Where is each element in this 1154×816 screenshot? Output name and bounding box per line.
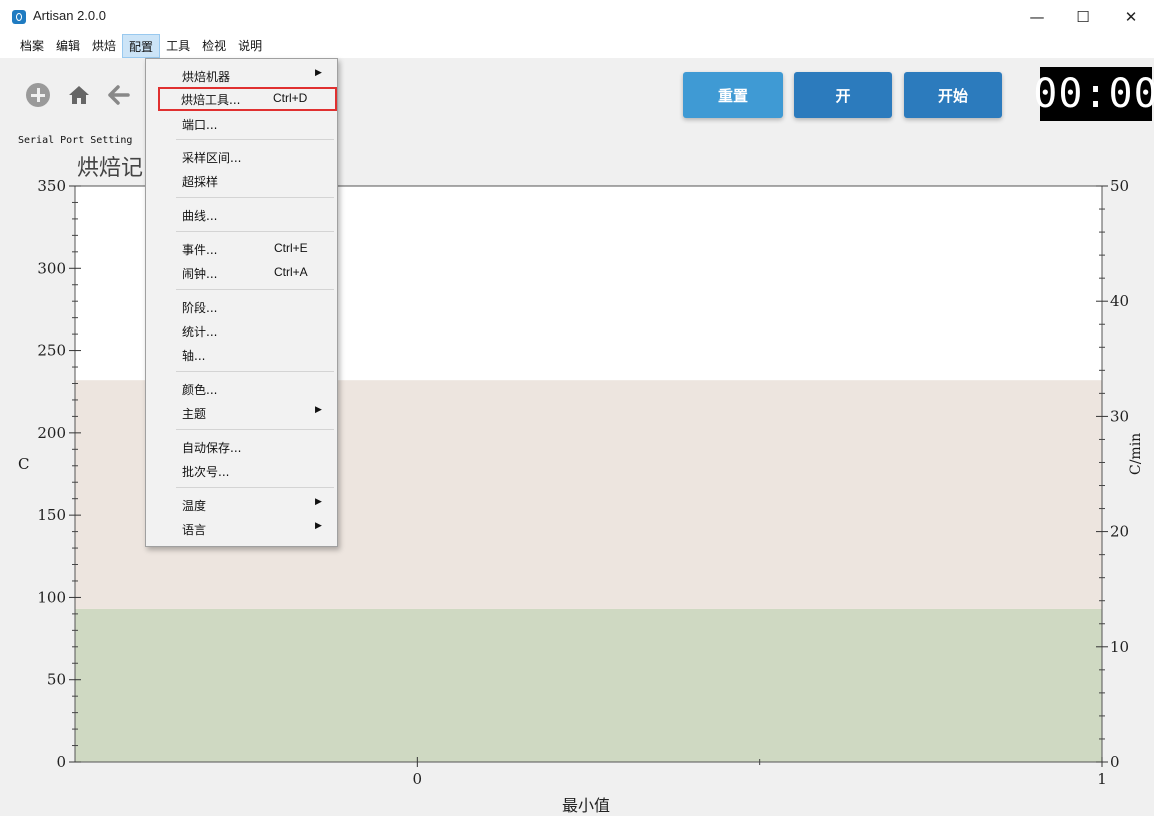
menu-separator (176, 429, 334, 430)
home-icon[interactable] (66, 82, 92, 108)
config-dropdown-menu: 烘焙机器 ▶ 烘焙工具... Ctrl+D 端口... 采样区间... 超採样曲线... 事件… (145, 58, 338, 547)
menu-item-8[interactable]: 阶段... (146, 296, 337, 318)
y-right-tick-label-0: 0 (1110, 753, 1120, 771)
menu-roast[interactable]: 烘焙 (86, 34, 122, 58)
maximize-button[interactable]: ☐ (1060, 0, 1106, 34)
y-right-tick-label-5: 50 (1110, 177, 1129, 195)
menu-config[interactable]: 配置 (122, 34, 161, 58)
menu-item-11[interactable]: 颜色... (146, 378, 337, 400)
y-tick-label-1: 50 (47, 671, 66, 689)
menu-item-label: 颜色... (182, 383, 218, 397)
menu-item-7[interactable]: 闹钟... Ctrl+A (146, 262, 337, 284)
y-tick-label-6: 300 (37, 259, 66, 277)
menu-separator (176, 371, 334, 372)
menu-separator (176, 231, 334, 232)
menu-item-label: 采样区间... (182, 151, 242, 165)
menu-item-label: 端口... (182, 118, 218, 132)
menu-item-label: 事件... (182, 243, 218, 257)
timer-display: 00:00 (1033, 67, 1154, 121)
y-right-tick-label-4: 40 (1110, 292, 1129, 310)
menu-item-label: 自动保存... (182, 441, 242, 455)
plus-circle-icon[interactable] (25, 82, 51, 108)
menu-item-label: 阶段... (182, 301, 218, 315)
menu-item-5[interactable]: 曲线... (146, 204, 337, 226)
y-axis-label: C (18, 455, 30, 473)
x-tick-label-1: 1 (1097, 770, 1107, 788)
y-right-tick-label-3: 30 (1110, 407, 1129, 425)
menu-item-shortcut: Ctrl+A (274, 265, 308, 279)
menu-item-10[interactable]: 轴... (146, 344, 337, 366)
menu-item-label: 闹钟... (182, 267, 218, 281)
menu-edit[interactable]: 编辑 (50, 34, 86, 58)
menu-item-15[interactable]: 温度 ▶ (146, 494, 337, 516)
y-tick-label-2: 100 (37, 588, 66, 606)
back-arrow-icon[interactable] (106, 82, 132, 108)
menu-item-shortcut: Ctrl+E (274, 241, 308, 255)
y-axis-right-label: C/min (1128, 432, 1144, 475)
y-tick-label-0: 0 (56, 753, 66, 771)
menu-item-label: 曲线... (182, 209, 218, 223)
title-bar: Artisan 2.0.0 — ☐ ✕ (0, 0, 1154, 34)
menu-view[interactable]: 检视 (196, 34, 232, 58)
x-tick-label-0: 0 (413, 770, 423, 788)
menu-item-1[interactable]: 烘焙工具... Ctrl+D (158, 87, 337, 111)
menu-item-3[interactable]: 采样区间... (146, 146, 337, 168)
y-right-tick-label-1: 10 (1110, 638, 1129, 656)
menu-item-16[interactable]: 语言 ▶ (146, 518, 337, 540)
menu-item-label: 统计... (182, 325, 218, 339)
close-button[interactable]: ✕ (1108, 0, 1154, 34)
menu-item-label: 主题 (182, 407, 207, 421)
on-button[interactable]: 开 (794, 72, 892, 118)
y-tick-label-7: 350 (37, 177, 66, 195)
menu-item-6[interactable]: 事件... Ctrl+E (146, 238, 337, 260)
menu-item-4[interactable]: 超採样 (146, 170, 337, 192)
menu-item-label: 批次号... (182, 465, 230, 479)
menu-item-shortcut: Ctrl+D (273, 91, 308, 105)
menu-separator (176, 139, 334, 140)
menu-item-label: 语言 (182, 523, 207, 537)
menu-item-13[interactable]: 自动保存... (146, 436, 337, 458)
reset-button[interactable]: 重置 (683, 72, 783, 118)
menu-item-9[interactable]: 统计... (146, 320, 337, 342)
menu-file[interactable]: 档案 (14, 34, 50, 58)
menu-item-2[interactable]: 端口... (146, 113, 337, 135)
window-title: Artisan 2.0.0 (33, 8, 106, 23)
menu-item-12[interactable]: 主题 ▶ (146, 402, 337, 424)
menu-item-label: 超採样 (182, 175, 219, 189)
menu-help[interactable]: 说明 (232, 34, 268, 58)
menu-item-label: 温度 (182, 499, 207, 513)
menu-separator (176, 289, 334, 290)
submenu-arrow-icon: ▶ (315, 405, 322, 415)
menu-item-label: 烘焙工具... (181, 93, 241, 107)
menu-tools[interactable]: 工具 (160, 34, 196, 58)
start-button[interactable]: 开始 (904, 72, 1002, 118)
y-right-tick-label-2: 20 (1110, 523, 1129, 541)
menu-separator (176, 197, 334, 198)
submenu-arrow-icon: ▶ (315, 521, 322, 531)
y-tick-label-3: 150 (37, 506, 66, 524)
menubar: 档案 编辑 烘焙 配置 工具 检视 说明 (0, 34, 1154, 58)
phase-band-0 (75, 608, 1102, 762)
menu-item-0[interactable]: 烘焙机器 ▶ (146, 65, 337, 87)
artisan-logo-icon (12, 10, 26, 24)
menu-item-label: 烘焙机器 (182, 70, 231, 84)
menu-separator (176, 487, 334, 488)
submenu-arrow-icon: ▶ (315, 68, 322, 78)
minimize-button[interactable]: — (1014, 0, 1060, 34)
menu-item-14[interactable]: 批次号... (146, 460, 337, 482)
menu-item-label: 轴... (182, 349, 206, 363)
y-tick-label-5: 250 (37, 342, 66, 360)
submenu-arrow-icon: ▶ (315, 497, 322, 507)
y-tick-label-4: 200 (37, 424, 66, 442)
x-axis-label: 最小值 (562, 796, 611, 815)
